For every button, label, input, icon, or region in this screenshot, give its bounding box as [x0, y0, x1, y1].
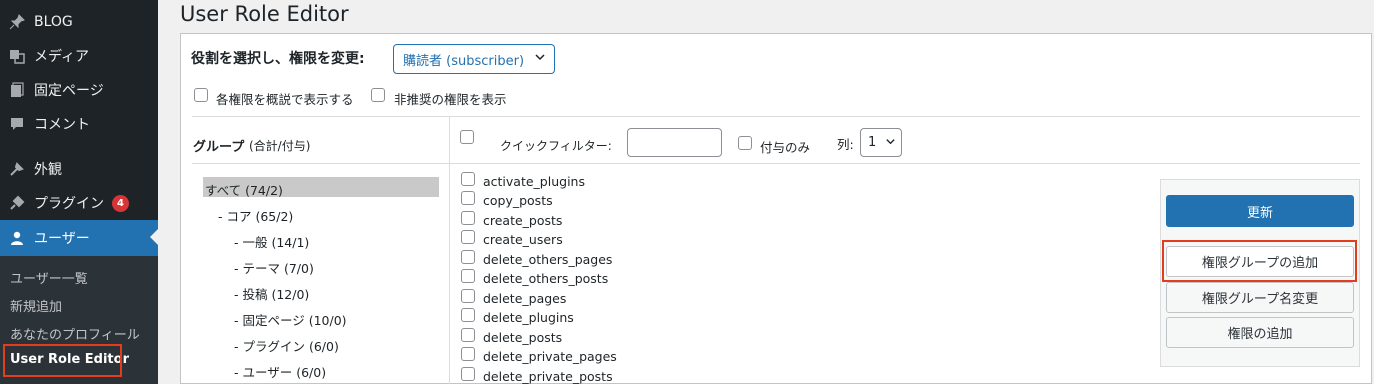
groups-header-sub: (合計/付与): [249, 139, 311, 153]
group-item-plugins[interactable]: - プラグイン (6/0): [234, 336, 339, 355]
capability-checkbox[interactable]: [461, 328, 475, 342]
chevron-down-icon: [534, 51, 546, 67]
menu-label: ユーザー: [34, 231, 90, 247]
role-select-value: 購読者 (subscriber): [403, 53, 525, 69]
highlight-box-submenu: [3, 344, 122, 377]
capability-label: delete_plugins: [483, 310, 574, 325]
update-count-badge: 4: [112, 194, 129, 212]
appearance-icon: [0, 161, 34, 177]
chevron-down-icon: [885, 136, 896, 151]
role-select-label: 役割を選択し、権限を変更:: [191, 51, 365, 67]
columns-select-value: 1: [868, 135, 877, 150]
granted-only-checkbox[interactable]: [738, 136, 752, 150]
capability-checkbox[interactable]: [461, 250, 475, 264]
user-icon: [0, 230, 34, 246]
select-all-checkbox[interactable]: [460, 130, 474, 144]
comment-icon: [0, 116, 34, 132]
plugin-icon: [0, 195, 34, 211]
menu-plugins[interactable]: プラグイン 4: [0, 186, 158, 220]
human-readable-label: 各権限を概説で表示する: [216, 92, 354, 107]
menu-media[interactable]: メディア: [0, 39, 158, 73]
capability-checkbox[interactable]: [461, 191, 475, 205]
capability-label: delete_posts: [483, 330, 563, 345]
group-item-pages[interactable]: - 固定ページ (10/0): [234, 310, 347, 329]
capability-label: create_posts: [483, 213, 563, 228]
capability-checkbox[interactable]: [461, 211, 475, 225]
pages-icon: [0, 82, 34, 98]
menu-label: 固定ページ: [34, 83, 104, 99]
deprecated-checkbox[interactable]: [371, 88, 385, 102]
highlight-box-add-group: [1162, 240, 1357, 282]
media-icon: [0, 48, 34, 64]
capability-checkbox[interactable]: [461, 367, 475, 381]
submenu-profile[interactable]: あなたのプロフィール: [10, 324, 140, 343]
capability-label: delete_others_pages: [483, 252, 613, 267]
submenu-all-users[interactable]: ユーザー一覧: [10, 268, 88, 287]
submenu-add-new[interactable]: 新規追加: [10, 296, 62, 315]
capability-checkbox[interactable]: [461, 347, 475, 361]
deprecated-label: 非推奨の権限を表示: [394, 92, 507, 107]
pushpin-icon: [0, 14, 34, 30]
group-item-users[interactable]: - ユーザー (6/0): [234, 362, 326, 381]
groups-header: グループ: [193, 140, 245, 155]
menu-label: 外観: [34, 162, 62, 178]
capability-label: create_users: [483, 232, 563, 247]
role-select[interactable]: 購読者 (subscriber): [393, 44, 555, 74]
divider: [192, 116, 1360, 117]
capability-checkbox[interactable]: [461, 269, 475, 283]
capability-label: delete_private_pages: [483, 349, 617, 364]
menu-appearance[interactable]: 外観: [0, 152, 158, 186]
capability-label: delete_pages: [483, 291, 567, 306]
admin-sidebar: BLOG メディア 固定ページ コメント 外観 プラグイン 4 ユーザー ユーザ…: [0, 0, 158, 384]
rename-capability-group-button[interactable]: 権限グループ名変更: [1166, 282, 1354, 313]
quick-filter-input[interactable]: [627, 128, 722, 157]
menu-users[interactable]: ユーザー: [0, 220, 158, 256]
menu-comments[interactable]: コメント: [0, 107, 158, 141]
menu-label: コメント: [34, 117, 90, 133]
group-item-core[interactable]: - コア (65/2): [218, 206, 293, 225]
capability-label: activate_plugins: [483, 174, 585, 189]
divider: [192, 163, 1360, 164]
quick-filter-label: クイックフィルター:: [500, 139, 612, 153]
capability-checkbox[interactable]: [461, 172, 475, 186]
human-readable-checkbox[interactable]: [194, 88, 208, 102]
capability-checkbox[interactable]: [461, 289, 475, 303]
group-item-general[interactable]: - 一般 (14/1): [234, 232, 309, 251]
menu-label: BLOG: [34, 14, 73, 30]
add-capability-button[interactable]: 権限の追加: [1166, 317, 1354, 348]
group-item-posts[interactable]: - 投稿 (12/0): [234, 284, 309, 303]
capability-checkbox[interactable]: [461, 308, 475, 322]
menu-label: メディア: [34, 49, 90, 65]
capability-checkbox[interactable]: [461, 230, 475, 244]
granted-only-label: 付与のみ: [760, 140, 811, 155]
menu-pages[interactable]: 固定ページ: [0, 73, 158, 107]
update-button[interactable]: 更新: [1166, 195, 1354, 227]
group-item-themes[interactable]: - テーマ (7/0): [234, 258, 314, 277]
menu-blog[interactable]: BLOG: [0, 5, 158, 39]
group-item-all[interactable]: すべて (74/2): [205, 180, 283, 199]
page-title: User Role Editor: [180, 2, 349, 26]
columns-select[interactable]: 1: [860, 128, 902, 157]
capability-label: copy_posts: [483, 193, 553, 208]
divider: [449, 116, 450, 384]
capability-label: delete_others_posts: [483, 271, 609, 286]
menu-label: プラグイン: [34, 196, 104, 212]
columns-label: 列:: [837, 137, 854, 152]
capability-label: delete_private_posts: [483, 369, 613, 384]
